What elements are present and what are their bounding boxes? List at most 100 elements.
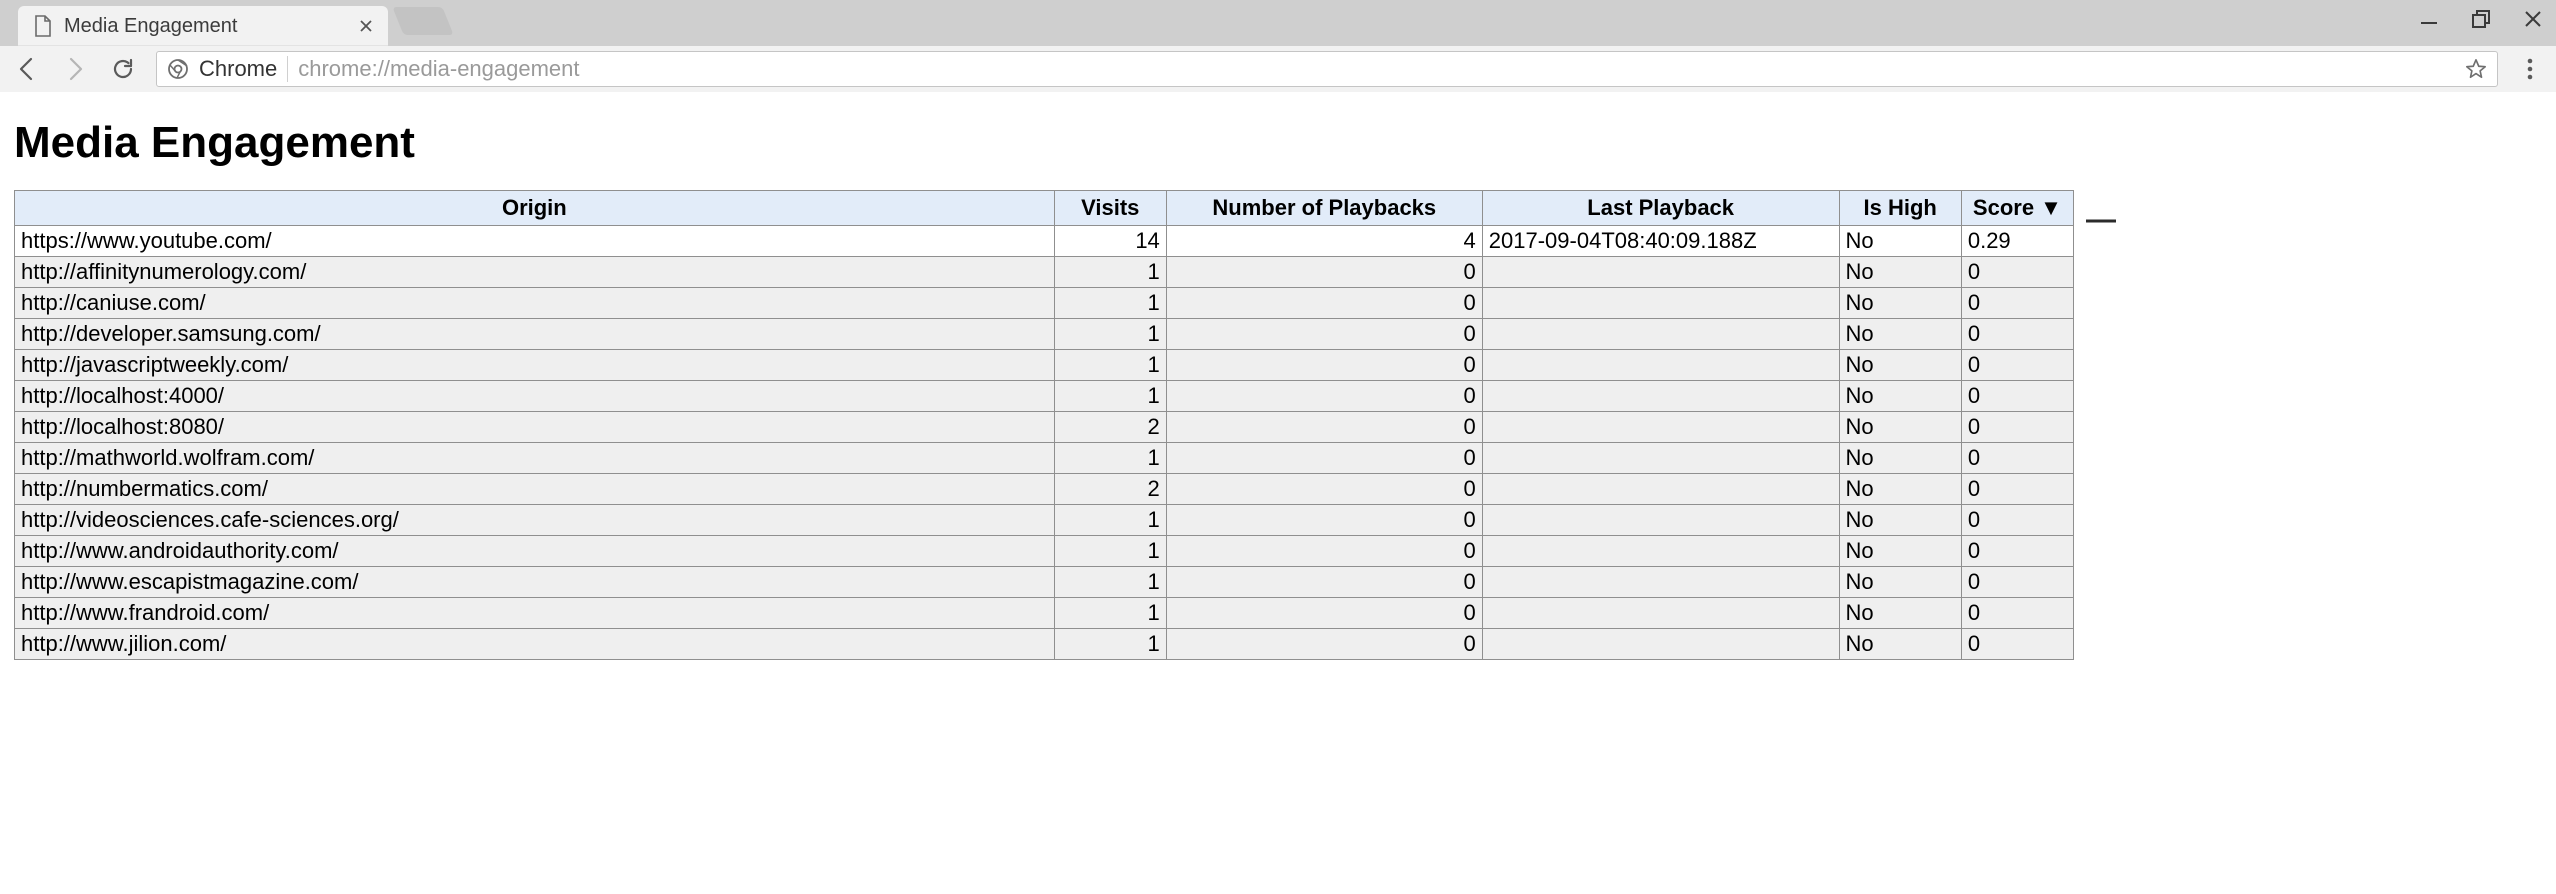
table-row: http://www.escapistmagazine.com/10No0 [15,567,2074,598]
cell-origin: http://caniuse.com/ [15,288,1055,319]
col-playbacks[interactable]: Number of Playbacks [1166,191,1482,226]
table-row: http://www.jilion.com/10No0 [15,629,2074,660]
col-score[interactable]: Score ▼ [1961,191,2073,226]
cell-high: No [1839,412,1961,443]
window-controls [2416,6,2546,32]
table-row: http://developer.samsung.com/10No0 [15,319,2074,350]
cell-score: 0 [1961,412,2073,443]
table-row: http://caniuse.com/10No0 [15,288,2074,319]
cell-high: No [1839,381,1961,412]
table-row: http://localhost:8080/20No0 [15,412,2074,443]
page-icon [32,15,54,37]
close-window-icon[interactable] [2520,6,2546,32]
collapse-dash-icon[interactable]: — [2086,203,2116,237]
cell-last [1482,381,1839,412]
cell-visits: 2 [1054,412,1166,443]
cell-last [1482,598,1839,629]
tab-strip: Media Engagement [0,0,2556,46]
col-high[interactable]: Is High [1839,191,1961,226]
cell-playbacks: 4 [1166,226,1482,257]
table-row: http://affinitynumerology.com/10No0 [15,257,2074,288]
bookmark-star-icon[interactable] [2465,58,2487,80]
media-engagement-table: Origin Visits Number of Playbacks Last P… [14,190,2074,660]
cell-visits: 1 [1054,350,1166,381]
cell-playbacks: 0 [1166,443,1482,474]
cell-playbacks: 0 [1166,412,1482,443]
cell-origin: http://mathworld.wolfram.com/ [15,443,1055,474]
chrome-logo-icon [167,58,189,80]
cell-last [1482,288,1839,319]
url-scheme-label: Chrome [199,56,288,82]
cell-visits: 1 [1054,598,1166,629]
table-row: http://www.androidauthority.com/10No0 [15,536,2074,567]
kebab-menu-icon[interactable] [2516,55,2544,83]
cell-playbacks: 0 [1166,257,1482,288]
cell-last [1482,412,1839,443]
cell-score: 0 [1961,567,2073,598]
tab-close-icon[interactable] [358,18,374,34]
col-last[interactable]: Last Playback [1482,191,1839,226]
cell-origin: http://videosciences.cafe-sciences.org/ [15,505,1055,536]
new-tab-button[interactable] [392,7,453,35]
cell-score: 0 [1961,288,2073,319]
minimize-icon[interactable] [2416,6,2442,32]
toolbar: Chrome chrome://media-engagement [0,46,2556,92]
cell-playbacks: 0 [1166,288,1482,319]
cell-high: No [1839,226,1961,257]
cell-origin: https://www.youtube.com/ [15,226,1055,257]
page-title: Media Engagement [14,118,2542,168]
cell-origin: http://javascriptweekly.com/ [15,350,1055,381]
cell-visits: 1 [1054,567,1166,598]
table-row: http://localhost:4000/10No0 [15,381,2074,412]
col-visits[interactable]: Visits [1054,191,1166,226]
cell-visits: 1 [1054,288,1166,319]
cell-last [1482,257,1839,288]
cell-visits: 1 [1054,536,1166,567]
cell-last [1482,474,1839,505]
restore-icon[interactable] [2468,6,2494,32]
cell-visits: 1 [1054,505,1166,536]
cell-score: 0 [1961,443,2073,474]
cell-score: 0 [1961,598,2073,629]
cell-last [1482,443,1839,474]
cell-origin: http://affinitynumerology.com/ [15,257,1055,288]
cell-high: No [1839,257,1961,288]
table-body: https://www.youtube.com/1442017-09-04T08… [15,226,2074,660]
cell-high: No [1839,536,1961,567]
cell-visits: 14 [1054,226,1166,257]
cell-playbacks: 0 [1166,350,1482,381]
cell-score: 0 [1961,350,2073,381]
cell-last [1482,319,1839,350]
cell-playbacks: 0 [1166,598,1482,629]
url-text: chrome://media-engagement [298,56,2455,82]
cell-playbacks: 0 [1166,319,1482,350]
table-header-row: Origin Visits Number of Playbacks Last P… [15,191,2074,226]
col-origin[interactable]: Origin [15,191,1055,226]
cell-origin: http://www.jilion.com/ [15,629,1055,660]
cell-visits: 1 [1054,629,1166,660]
table-row: http://numbermatics.com/20No0 [15,474,2074,505]
cell-visits: 1 [1054,443,1166,474]
cell-high: No [1839,288,1961,319]
cell-origin: http://developer.samsung.com/ [15,319,1055,350]
reload-button[interactable] [108,54,138,84]
cell-high: No [1839,443,1961,474]
forward-button[interactable] [60,54,90,84]
cell-origin: http://www.escapistmagazine.com/ [15,567,1055,598]
address-bar[interactable]: Chrome chrome://media-engagement [156,51,2498,87]
cell-high: No [1839,505,1961,536]
cell-high: No [1839,567,1961,598]
cell-visits: 1 [1054,257,1166,288]
cell-visits: 2 [1054,474,1166,505]
cell-last [1482,629,1839,660]
cell-last [1482,536,1839,567]
back-button[interactable] [12,54,42,84]
cell-score: 0 [1961,381,2073,412]
cell-score: 0 [1961,319,2073,350]
table-row: http://www.frandroid.com/10No0 [15,598,2074,629]
cell-score: 0 [1961,536,2073,567]
cell-playbacks: 0 [1166,474,1482,505]
cell-playbacks: 0 [1166,536,1482,567]
browser-tab[interactable]: Media Engagement [18,6,388,46]
page-body: Media Engagement Origin Visits Number of… [0,92,2556,676]
